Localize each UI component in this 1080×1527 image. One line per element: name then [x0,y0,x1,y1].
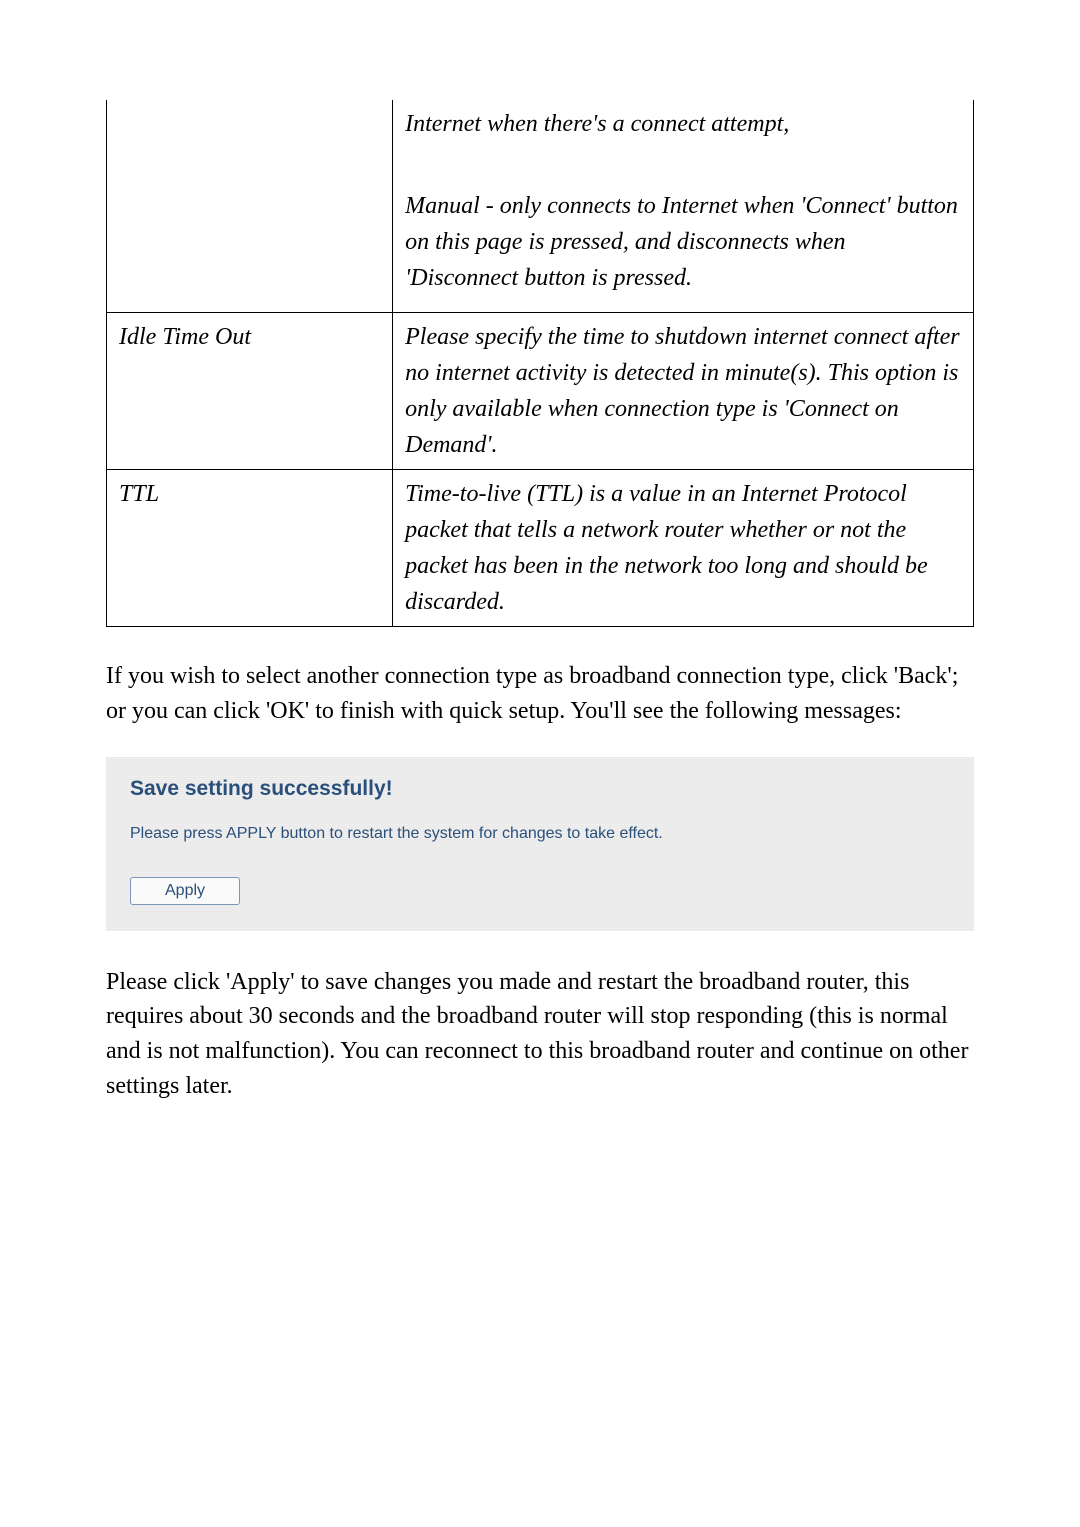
instruction-paragraph: If you wish to select another connection… [106,659,974,729]
table-cell-definition: Time-to-live (TTL) is a value in an Inte… [393,470,974,627]
table-row: Internet when there's a connect attempt,… [107,100,974,313]
table-cell-term: TTL [107,470,393,627]
table-cell-definition: Internet when there's a connect attempt,… [393,100,974,313]
table-cell-term: Idle Time Out [107,313,393,470]
table-row: TTL Time-to-live (TTL) is a value in an … [107,470,974,627]
save-confirmation-panel: Save setting successfully! Please press … [106,757,974,931]
table-row: Idle Time Out Please specify the time to… [107,313,974,470]
definition-paragraph: Internet when there's a connect attempt, [405,106,961,142]
table-cell-term [107,100,393,313]
table-cell-definition: Please specify the time to shutdown inte… [393,313,974,470]
apply-button[interactable]: Apply [130,877,240,905]
instruction-paragraph: Please click 'Apply' to save changes you… [106,965,974,1104]
definition-table: Internet when there's a connect attempt,… [106,100,974,627]
save-message: Please press APPLY button to restart the… [130,825,950,843]
save-title: Save setting successfully! [130,777,950,801]
definition-paragraph: Manual - only connects to Internet when … [405,188,961,296]
